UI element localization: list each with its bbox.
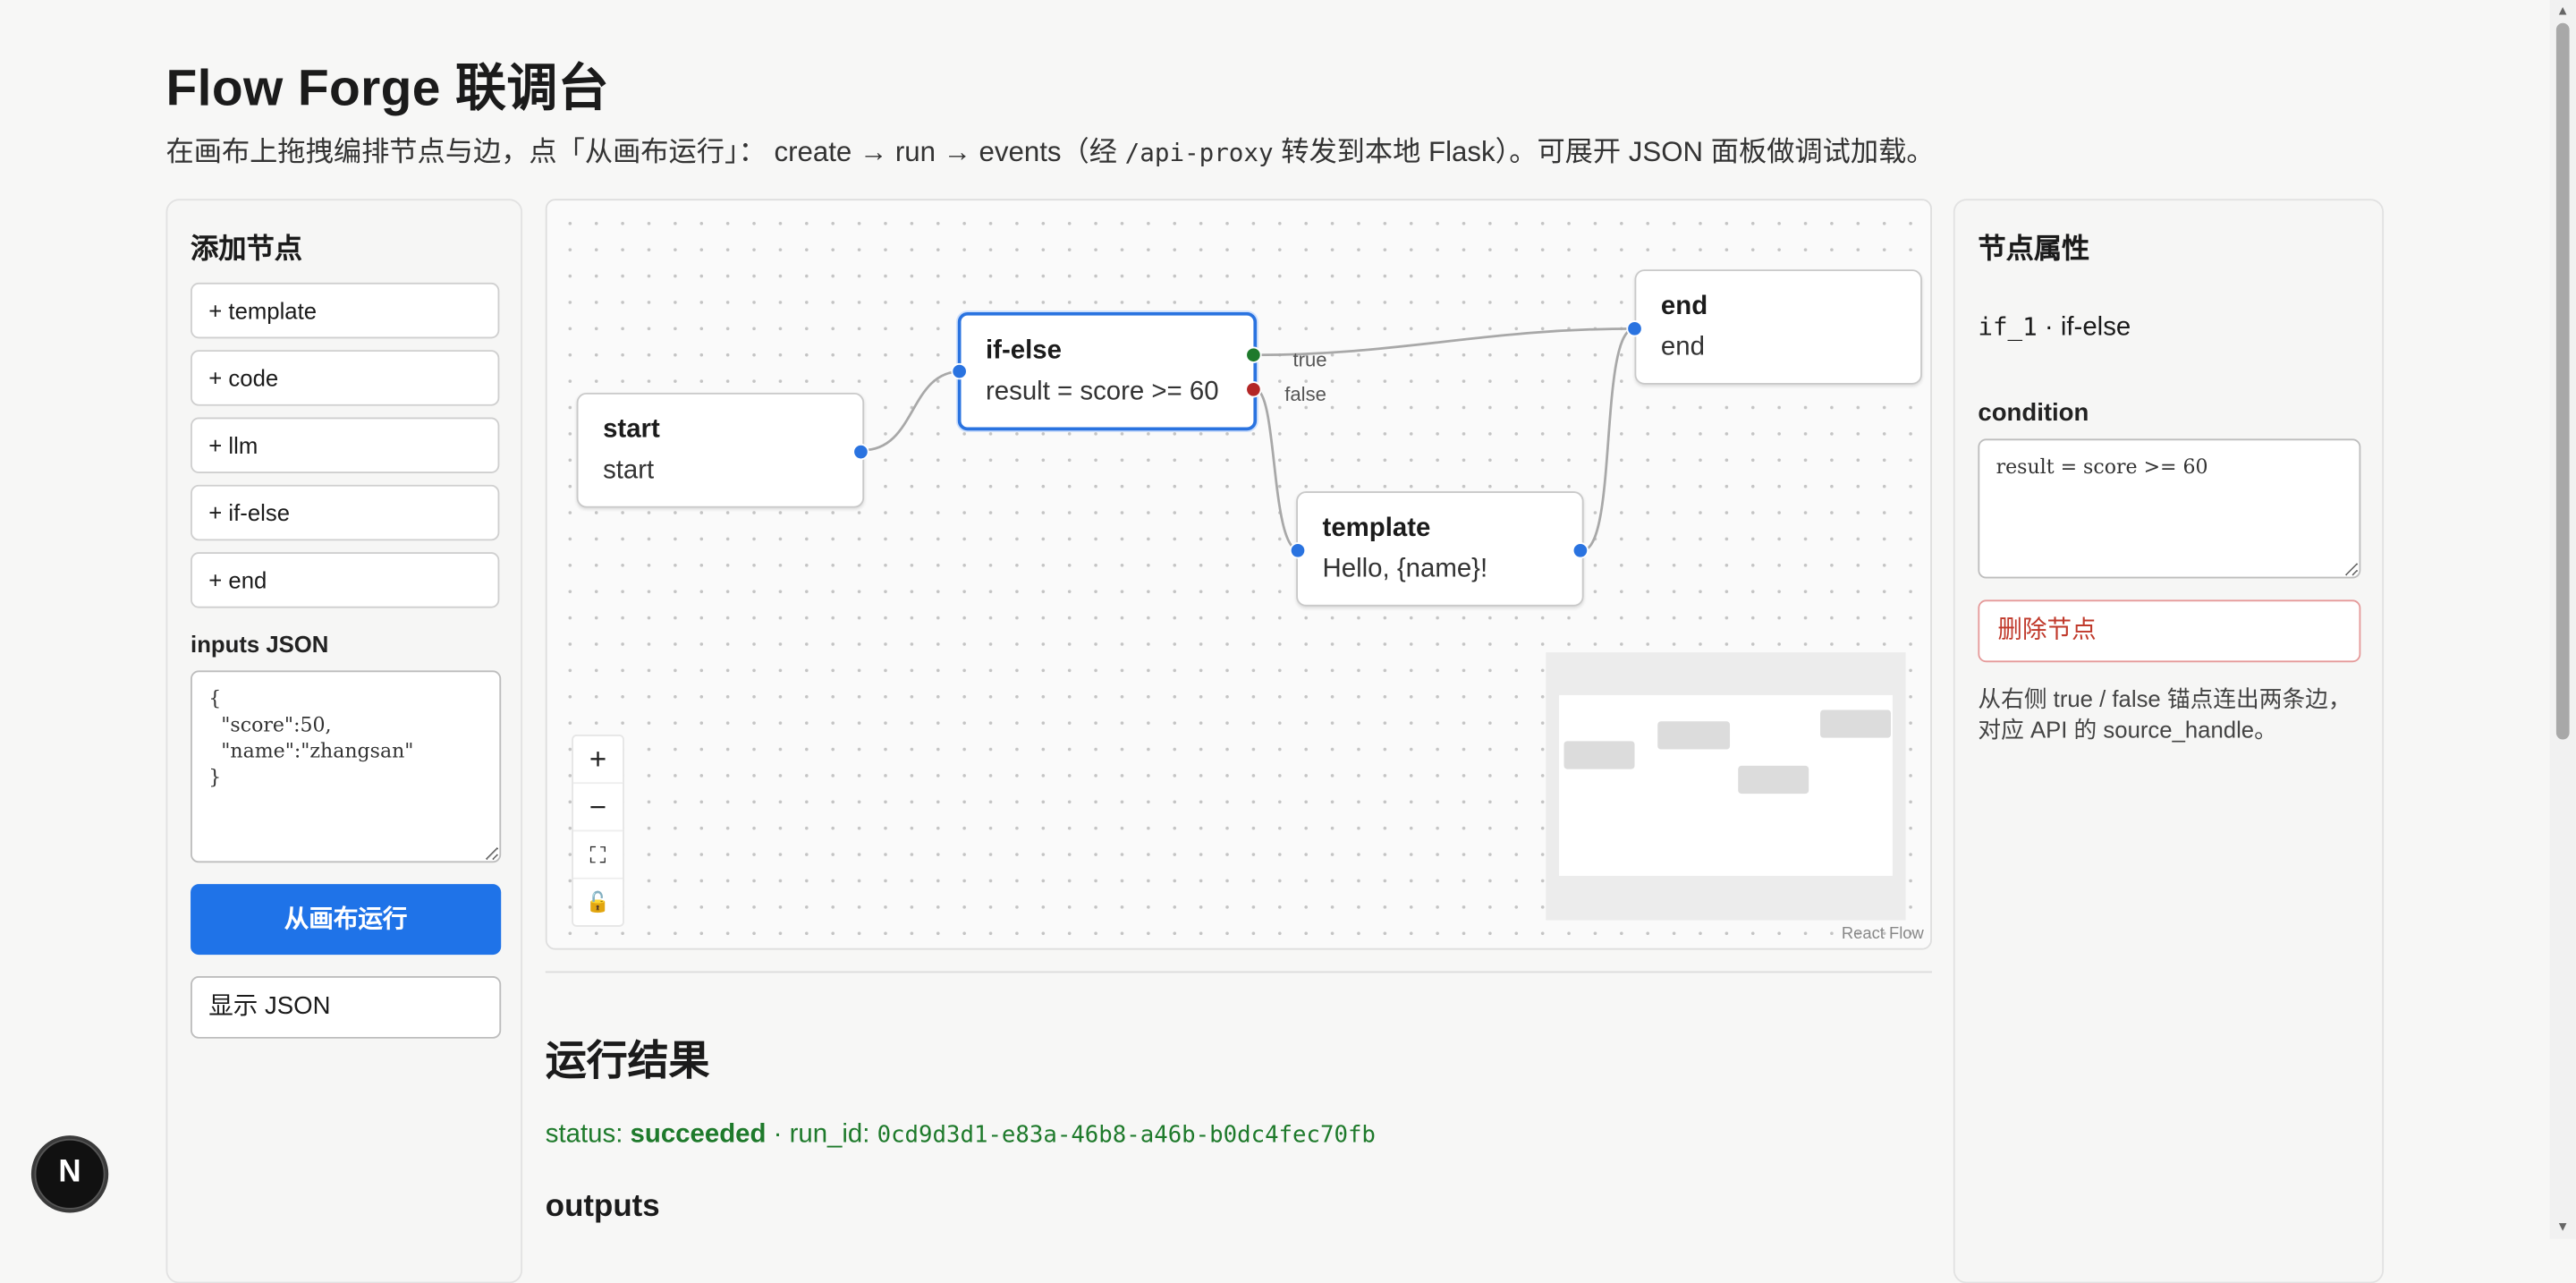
section-divider	[545, 971, 1932, 973]
selected-node-id: if_1 · if-else	[1978, 311, 2131, 343]
page-subtitle: 在画布上拖拽编排节点与边，点「从画布运行」： create → run → ev…	[165, 136, 1935, 168]
edge-start-ifelse	[862, 370, 962, 452]
add-llm-button[interactable]: + llm	[191, 417, 500, 473]
add-if-else-button[interactable]: + if-else	[191, 484, 500, 541]
minimap-node	[1820, 709, 1892, 738]
add-code-button[interactable]: + code	[191, 350, 500, 406]
canvas-controls: + − ⛶ 🔓	[572, 735, 624, 927]
result-title: 运行结果	[545, 1038, 710, 1085]
scroll-down-icon[interactable]: ▼	[2556, 1219, 2570, 1235]
node-title: end	[1660, 292, 1708, 321]
status-value: succeeded	[630, 1120, 767, 1149]
show-json-button[interactable]: 显示 JSON	[191, 975, 502, 1039]
edge-template-end	[1581, 327, 1635, 552]
add-template-button[interactable]: + template	[191, 282, 500, 339]
edge-ifelse-template	[1254, 387, 1301, 552]
node-properties-panel: 节点属性 if_1 · if-else condition 删除节点 从右侧 t…	[1953, 199, 2385, 1283]
handle-hint: 从右侧 true / false 锚点连出两条边，对应 API 的 source…	[1978, 684, 2351, 743]
node-body: end	[1660, 333, 1705, 362]
node-end[interactable]: end end	[1626, 269, 1922, 385]
target-handle[interactable]	[1289, 542, 1307, 559]
node-title: start	[603, 415, 660, 444]
node-body: result = score >= 60	[986, 378, 1219, 406]
node-start[interactable]: start start	[576, 392, 869, 508]
fit-view-icon[interactable]: ⛶	[573, 831, 623, 879]
minimap-viewport	[1559, 694, 1893, 876]
page-title: Flow Forge 联调台	[165, 59, 609, 117]
condition-label: condition	[1978, 399, 2089, 428]
false-handle[interactable]	[1245, 381, 1262, 398]
outputs-heading: outputs	[545, 1189, 660, 1225]
source-handle[interactable]	[1572, 542, 1589, 559]
inputs-json-field[interactable]	[191, 670, 502, 863]
edge-label-true: true	[1292, 348, 1327, 372]
source-handle[interactable]	[852, 443, 869, 461]
delete-node-button[interactable]: 删除节点	[1978, 599, 2361, 663]
edge-label-false: false	[1284, 382, 1326, 406]
flow-canvas[interactable]: start start if-else result = score >= 60…	[545, 199, 1932, 950]
node-title: if-else	[986, 336, 1062, 365]
node-template[interactable]: template Hello, {name}!	[1289, 491, 1589, 607]
nextjs-badge-icon[interactable]: N	[34, 1138, 106, 1210]
zoom-in-icon[interactable]: +	[573, 736, 623, 785]
target-handle[interactable]	[951, 362, 968, 380]
run-status: status: succeeded · run_id: 0cd9d3d1-e83…	[545, 1120, 1376, 1149]
minimap-node	[1657, 721, 1731, 750]
node-body: Hello, {name}!	[1322, 555, 1488, 584]
scroll-up-icon[interactable]: ▲	[2556, 4, 2570, 19]
add-node-title: 添加节点	[191, 233, 302, 265]
properties-title: 节点属性	[1978, 233, 2090, 265]
lock-icon[interactable]: 🔓	[573, 879, 623, 925]
node-body: start	[603, 456, 655, 485]
scroll-thumb[interactable]	[2555, 22, 2570, 740]
node-if-else[interactable]: if-else result = score >= 60	[951, 311, 1262, 431]
node-title: template	[1322, 514, 1431, 543]
minimap[interactable]	[1546, 652, 1906, 921]
true-handle[interactable]	[1245, 346, 1262, 363]
react-flow-attribution[interactable]: React Flow	[1842, 925, 1924, 943]
zoom-out-icon[interactable]: −	[573, 784, 623, 832]
condition-field[interactable]	[1978, 438, 2361, 579]
run-id: 0cd9d3d1-e83a-46b8-a46b-b0dc4fec70fb	[877, 1122, 1376, 1149]
minimap-node	[1738, 765, 1809, 794]
minimap-node	[1563, 741, 1635, 769]
inputs-json-label: inputs JSON	[191, 631, 329, 658]
add-node-panel: 添加节点 + template + code + llm + if-else +…	[165, 199, 523, 1283]
page-scrollbar[interactable]: ▲ ▼	[2549, 0, 2576, 1239]
run-from-canvas-button[interactable]: 从画布运行	[191, 884, 502, 956]
add-end-button[interactable]: + end	[191, 552, 500, 608]
target-handle[interactable]	[1626, 320, 1643, 337]
